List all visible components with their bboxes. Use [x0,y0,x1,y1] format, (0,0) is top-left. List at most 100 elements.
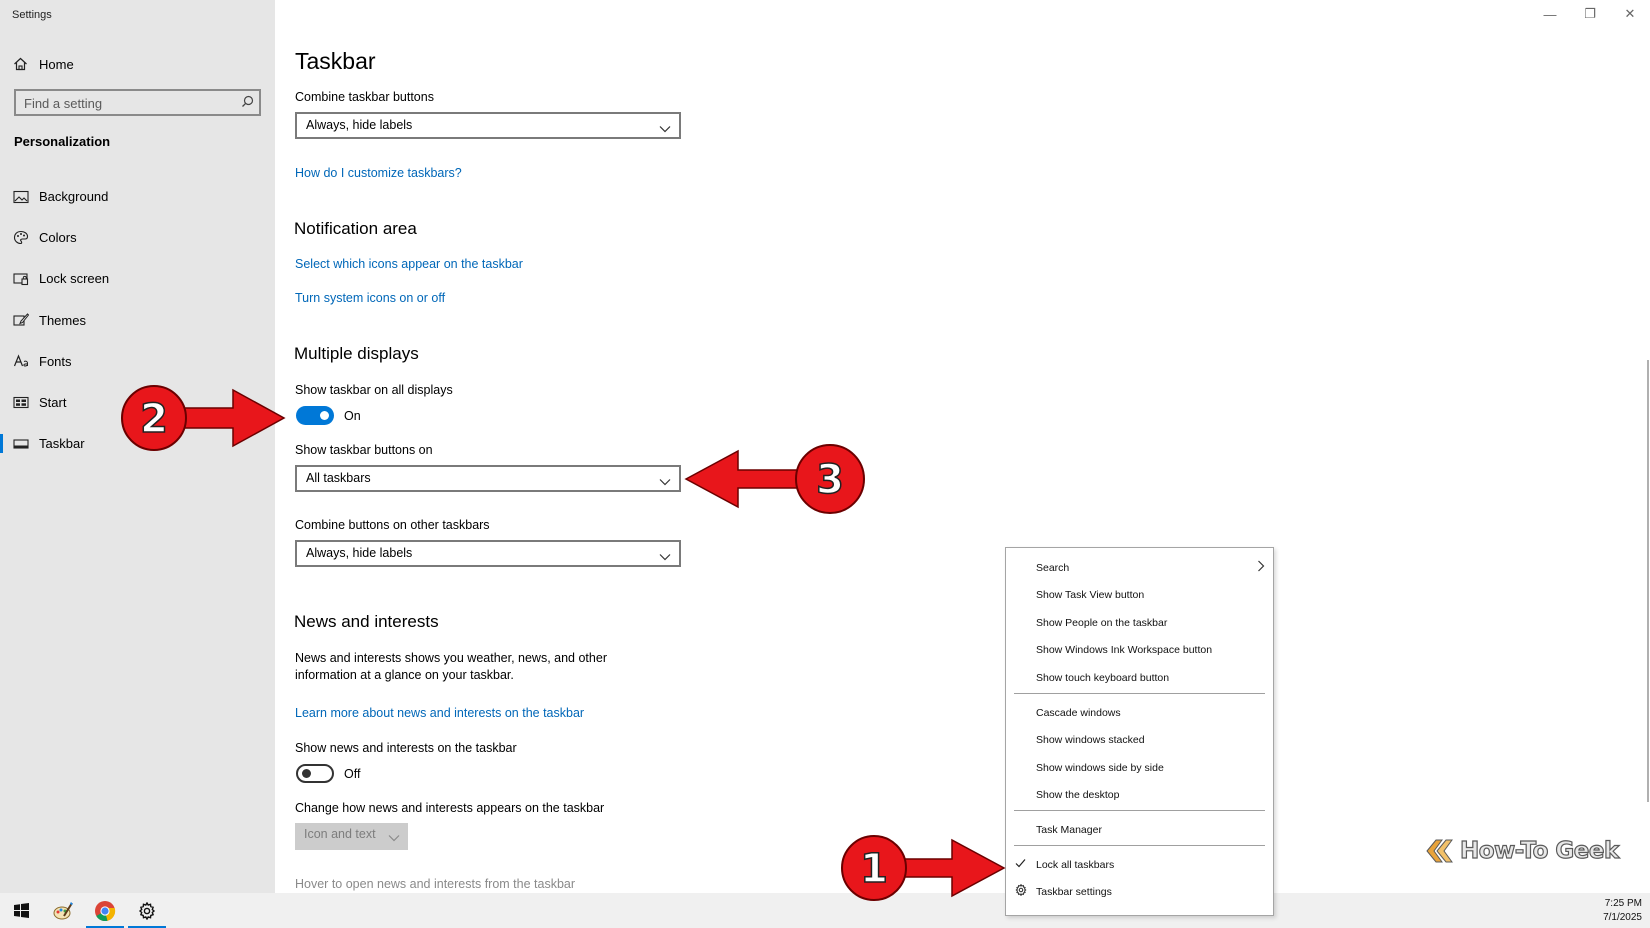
hover-news-label: Hover to open news and interests from th… [295,877,576,891]
menu-item-show-desktop[interactable]: Show the desktop [1006,782,1273,808]
watermark-text: How-To Geek [1459,837,1619,864]
annotation-step-3: 3 [684,444,865,514]
notification-area-heading: Notification area [294,219,417,238]
show-all-displays-toggle[interactable] [296,406,334,425]
taskbar-icon [13,439,29,449]
sidebar-item-label: Fonts [39,353,72,369]
vertical-scrollbar[interactable] [1647,360,1649,802]
menu-item-ink-workspace[interactable]: Show Windows Ink Workspace button [1006,637,1273,663]
menu-item-stacked[interactable]: Show windows stacked [1006,727,1273,753]
home-nav-item[interactable]: Home [13,52,74,76]
menu-item-cascade[interactable]: Cascade windows [1006,700,1273,726]
taskbar-app-chrome[interactable] [84,893,126,928]
annotation-step-1: 1 [841,835,1006,901]
taskbar-app-settings[interactable] [126,893,168,928]
dropdown-value: Always, hide labels [306,546,413,560]
show-all-displays-label: Show taskbar on all displays [295,383,453,397]
sidebar-item-label: Colors [39,230,77,246]
how-to-geek-logo-icon [1426,839,1453,863]
sidebar-item-fonts[interactable]: Fonts [0,341,275,382]
buttons-on-dropdown[interactable]: All taskbars [295,465,681,492]
annotation-arrow [179,388,286,448]
chevron-down-icon [659,120,671,138]
menu-item-label: Show Windows Ink Workspace button [1036,644,1213,656]
start-tiles-icon [13,396,29,409]
menu-item-label: Lock all taskbars [1036,859,1115,871]
dropdown-value: All taskbars [306,471,371,485]
menu-item-label: Show touch keyboard button [1036,672,1170,684]
news-interests-heading: News and interests [294,612,439,631]
font-icon [13,354,28,367]
home-icon [14,57,27,71]
menu-item-label: Cascade windows [1036,707,1121,719]
show-news-label: Show news and interests on the taskbar [295,741,517,755]
how-to-geek-watermark: How-To Geek [1424,836,1620,866]
annotation-number: 3 [816,457,844,503]
taskbar-settings-page: Taskbar Combine taskbar buttons Always, … [275,0,1645,893]
menu-item-label: Taskbar settings [1036,886,1112,898]
dropdown-value: Always, hide labels [306,118,413,132]
news-appearance-dropdown: Icon and text [295,823,408,850]
menu-separator [1014,845,1265,846]
menu-item-label: Search [1036,562,1070,574]
search-icon[interactable] [241,95,254,113]
menu-item-label: Show People on the taskbar [1036,617,1168,629]
system-icons-link[interactable]: Turn system icons on or off [295,291,445,305]
chevron-down-icon [659,548,671,566]
menu-separator [1014,810,1265,811]
buttons-on-label: Show taskbar buttons on [295,443,433,457]
sidebar-item-label: Background [39,189,109,205]
find-setting-search[interactable] [14,89,261,116]
image-icon [13,190,29,203]
combine-buttons-dropdown[interactable]: Always, hide labels [295,112,681,139]
sidebar-item-label: Taskbar [39,436,85,452]
paint-icon [53,901,73,919]
menu-item-lock-all-taskbars[interactable]: Lock all taskbars [1006,852,1273,878]
menu-item-search[interactable]: Search [1006,555,1273,581]
sidebar-item-lock-screen[interactable]: Lock screen [0,258,275,299]
taskbar-clock[interactable]: 7:25 PM 7/1/2025 [1603,897,1642,925]
annotation-number: 1 [860,846,888,892]
annotation-arrow [899,838,1006,898]
menu-item-people[interactable]: Show People on the taskbar [1006,610,1273,636]
menu-item-task-view[interactable]: Show Task View button [1006,582,1273,608]
chevron-right-icon [1257,560,1265,575]
taskbar-app-paint[interactable] [42,893,84,928]
toggle-knob [320,411,329,420]
windows-taskbar: 7:25 PM 7/1/2025 [0,893,1650,928]
learn-more-news-link[interactable]: Learn more about news and interests on t… [295,706,584,720]
start-button[interactable] [0,893,42,928]
combine-buttons-label: Combine taskbar buttons [295,90,434,104]
menu-item-touch-keyboard[interactable]: Show touch keyboard button [1006,665,1273,691]
page-title: Taskbar [295,48,376,74]
toggle-state-on: On [344,409,361,423]
sidebar-item-label: Start [39,395,67,411]
menu-item-label: Show windows stacked [1036,734,1145,746]
customize-taskbars-link[interactable]: How do I customize taskbars? [295,166,462,180]
menu-item-label: Show the desktop [1036,789,1120,801]
menu-item-task-manager[interactable]: Task Manager [1006,817,1273,843]
find-setting-input[interactable] [24,94,234,112]
show-news-toggle[interactable] [296,764,334,783]
menu-item-label: Show windows side by side [1036,762,1164,774]
menu-item-side-by-side[interactable]: Show windows side by side [1006,755,1273,781]
menu-item-taskbar-settings[interactable]: Taskbar settings [1006,879,1273,905]
sidebar-item-background[interactable]: Background [0,176,275,217]
sidebar-item-themes[interactable]: Themes [0,300,275,341]
sidebar-item-colors[interactable]: Colors [0,217,275,258]
gear-icon [1015,883,1027,899]
home-label: Home [39,56,74,72]
brush-icon [13,312,29,326]
multiple-displays-heading: Multiple displays [294,344,419,363]
lock-screen-icon [13,273,29,286]
windows-start-icon [13,903,29,918]
chrome-icon [95,900,116,921]
combine-other-dropdown[interactable]: Always, hide labels [295,540,681,567]
select-icons-link[interactable]: Select which icons appear on the taskbar [295,257,523,271]
change-news-label: Change how news and interests appears on… [295,801,605,815]
toggle-knob [302,769,311,778]
annotation-step-2: 2 [121,385,286,451]
combine-other-label: Combine buttons on other taskbars [295,518,490,532]
chevron-down-icon [659,473,671,491]
chevron-down-icon [388,829,400,847]
